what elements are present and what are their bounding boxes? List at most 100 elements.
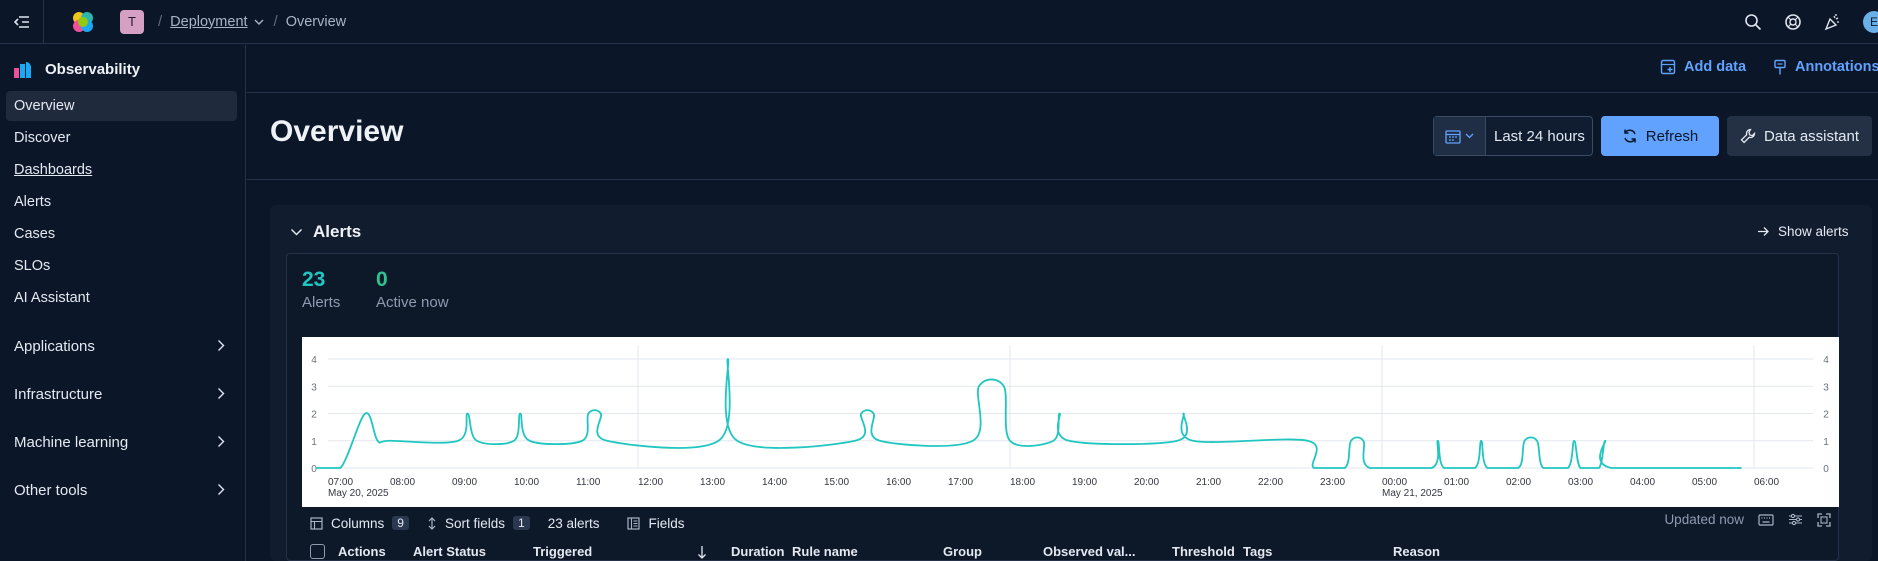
annotations-label: Annotations	[1795, 59, 1878, 75]
alerts-count-label: 23 alerts	[547, 515, 600, 531]
alerts-table-toolbar: Columns 9 Sort fields 1 23 alerts Fields…	[302, 512, 1839, 534]
show-alerts-label: Show alerts	[1778, 224, 1849, 239]
add-data-label: Add data	[1684, 59, 1747, 75]
x-date-label: May 20, 2025	[328, 488, 389, 499]
help-icon[interactable]	[1783, 12, 1803, 32]
toolbar-right: Updated now	[1664, 512, 1831, 527]
x-tick-label: 02:00	[1506, 477, 1531, 488]
x-tick-label: 22:00	[1258, 477, 1283, 488]
x-tick-label: 04:00	[1630, 477, 1655, 488]
x-tick-label: 12:00	[638, 477, 663, 488]
show-alerts-link[interactable]: Show alerts	[1757, 224, 1849, 239]
sidebar-group-label: Other tools	[14, 481, 88, 499]
sort-descending-icon[interactable]	[697, 545, 707, 559]
chevron-right-icon	[218, 388, 225, 399]
sort-count: 1	[513, 516, 530, 530]
column-header[interactable]: Triggered	[533, 544, 592, 559]
column-header[interactable]: Alert Status	[413, 544, 486, 559]
elastic-logo[interactable]	[70, 9, 96, 35]
data-assistant-button[interactable]: Data assistant	[1727, 116, 1872, 156]
nav-toggle-button[interactable]	[0, 0, 44, 44]
x-tick-label: 15:00	[824, 477, 849, 488]
breadcrumb-current: Overview	[285, 13, 347, 30]
sidebar-item-overview[interactable]: Overview	[6, 91, 237, 121]
sidebar-group-label: Machine learning	[14, 433, 129, 451]
x-tick-label: 14:00	[762, 477, 787, 488]
space-badge[interactable]: T	[120, 9, 144, 34]
select-all-checkbox[interactable]	[310, 544, 325, 559]
top-icons: E	[1743, 0, 1878, 44]
x-tick-label: 05:00	[1692, 477, 1717, 488]
x-tick-label: 01:00	[1444, 477, 1469, 488]
sidebar-item-discover[interactable]: Discover	[6, 123, 237, 153]
breadcrumb-deployment[interactable]: Deployment	[170, 14, 264, 30]
x-tick-label: 19:00	[1072, 477, 1097, 488]
user-avatar[interactable]: E	[1863, 11, 1878, 33]
quick-select-button[interactable]	[1434, 117, 1486, 155]
sidebar-group-other-tools[interactable]: Other tools	[6, 475, 237, 505]
y-tick-label: 0	[311, 464, 317, 475]
chevron-right-icon	[218, 340, 225, 351]
x-tick-label: 18:00	[1010, 477, 1035, 488]
wrench-icon	[1740, 128, 1756, 144]
sidebar-item-slos[interactable]: SLOs	[6, 251, 237, 281]
keyboard-icon[interactable]	[1758, 513, 1774, 526]
x-tick-label: 08:00	[390, 477, 415, 488]
date-picker[interactable]: Last 24 hours	[1433, 116, 1593, 156]
x-tick-label: 13:00	[700, 477, 725, 488]
alerts-section-toggle[interactable]: Alerts	[290, 222, 361, 242]
fields-button[interactable]: Fields	[627, 516, 684, 531]
search-icon[interactable]	[1743, 12, 1763, 32]
column-header[interactable]: Reason	[1393, 544, 1440, 559]
alerts-count: 23 alerts	[548, 516, 600, 531]
add-data-link[interactable]: Add data	[1660, 59, 1746, 75]
breadcrumb-separator: /	[273, 13, 278, 30]
column-header[interactable]: Duration	[731, 544, 784, 559]
x-tick-label: 16:00	[886, 477, 911, 488]
column-header[interactable]: Rule name	[792, 544, 858, 559]
x-tick-label: 20:00	[1134, 477, 1159, 488]
sidebar-group-infrastructure[interactable]: Infrastructure	[6, 379, 237, 409]
sort-fields-button[interactable]: Sort fields 1	[427, 516, 530, 531]
refresh-button[interactable]: Refresh	[1601, 116, 1719, 156]
sidebar-group-applications[interactable]: Applications	[6, 331, 237, 361]
date-range-label[interactable]: Last 24 hours	[1486, 128, 1585, 145]
column-header[interactable]: Observed val...	[1043, 544, 1136, 559]
x-tick-label: 11:00	[576, 477, 601, 488]
column-header[interactable]: Group	[943, 544, 982, 559]
sidebar-group-machine-learning[interactable]: Machine learning	[6, 427, 237, 457]
fullscreen-icon[interactable]	[1817, 512, 1831, 527]
column-header[interactable]: Actions	[338, 544, 386, 559]
alerts-active-label: Active now	[376, 294, 449, 311]
arrow-right-icon	[1758, 227, 1769, 236]
data-assistant-label: Data assistant	[1763, 127, 1860, 145]
display-settings-icon[interactable]	[1788, 513, 1803, 526]
news-feed-icon[interactable]	[1823, 12, 1843, 32]
chevron-right-icon	[218, 436, 225, 447]
x-tick-label: 06:00	[1754, 477, 1779, 488]
columns-button[interactable]: Columns 9	[310, 516, 409, 531]
sidebar-item-alerts[interactable]: Alerts	[6, 187, 237, 217]
x-tick-label: 00:00	[1382, 477, 1407, 488]
y-tick-label: 4	[311, 355, 317, 366]
sidebar-item-ai-assistant[interactable]: AI Assistant	[6, 283, 237, 313]
sidebar-item-cases[interactable]: Cases	[6, 219, 237, 249]
y-tick-label: 1	[311, 437, 317, 448]
annotations-link[interactable]: Annotations	[1773, 59, 1878, 75]
columns-label: Columns	[331, 515, 385, 531]
refresh-label: Refresh	[1645, 127, 1699, 145]
column-header[interactable]: Tags	[1243, 544, 1272, 559]
sidebar-title: Observability	[45, 60, 141, 78]
sidebar-group-label: Applications	[14, 337, 95, 355]
add-data-icon	[1660, 59, 1676, 75]
breadcrumb-separator: /	[158, 13, 163, 30]
y-tick-label-right: 3	[1823, 382, 1829, 393]
sort-icon	[428, 516, 436, 530]
column-header[interactable]: Threshold	[1172, 544, 1235, 559]
sidebar-item-dashboards[interactable]: Dashboards	[6, 155, 237, 185]
divider	[247, 179, 1878, 180]
table-icon	[310, 516, 323, 530]
y-tick-label: 3	[311, 382, 317, 393]
alerts-chart[interactable]: 0 0 1 1 2 2 3 3 4 4 07:00 08:00 09:00 10:00 11:00 12:00…	[302, 337, 1839, 507]
annotation-icon	[1774, 59, 1786, 75]
